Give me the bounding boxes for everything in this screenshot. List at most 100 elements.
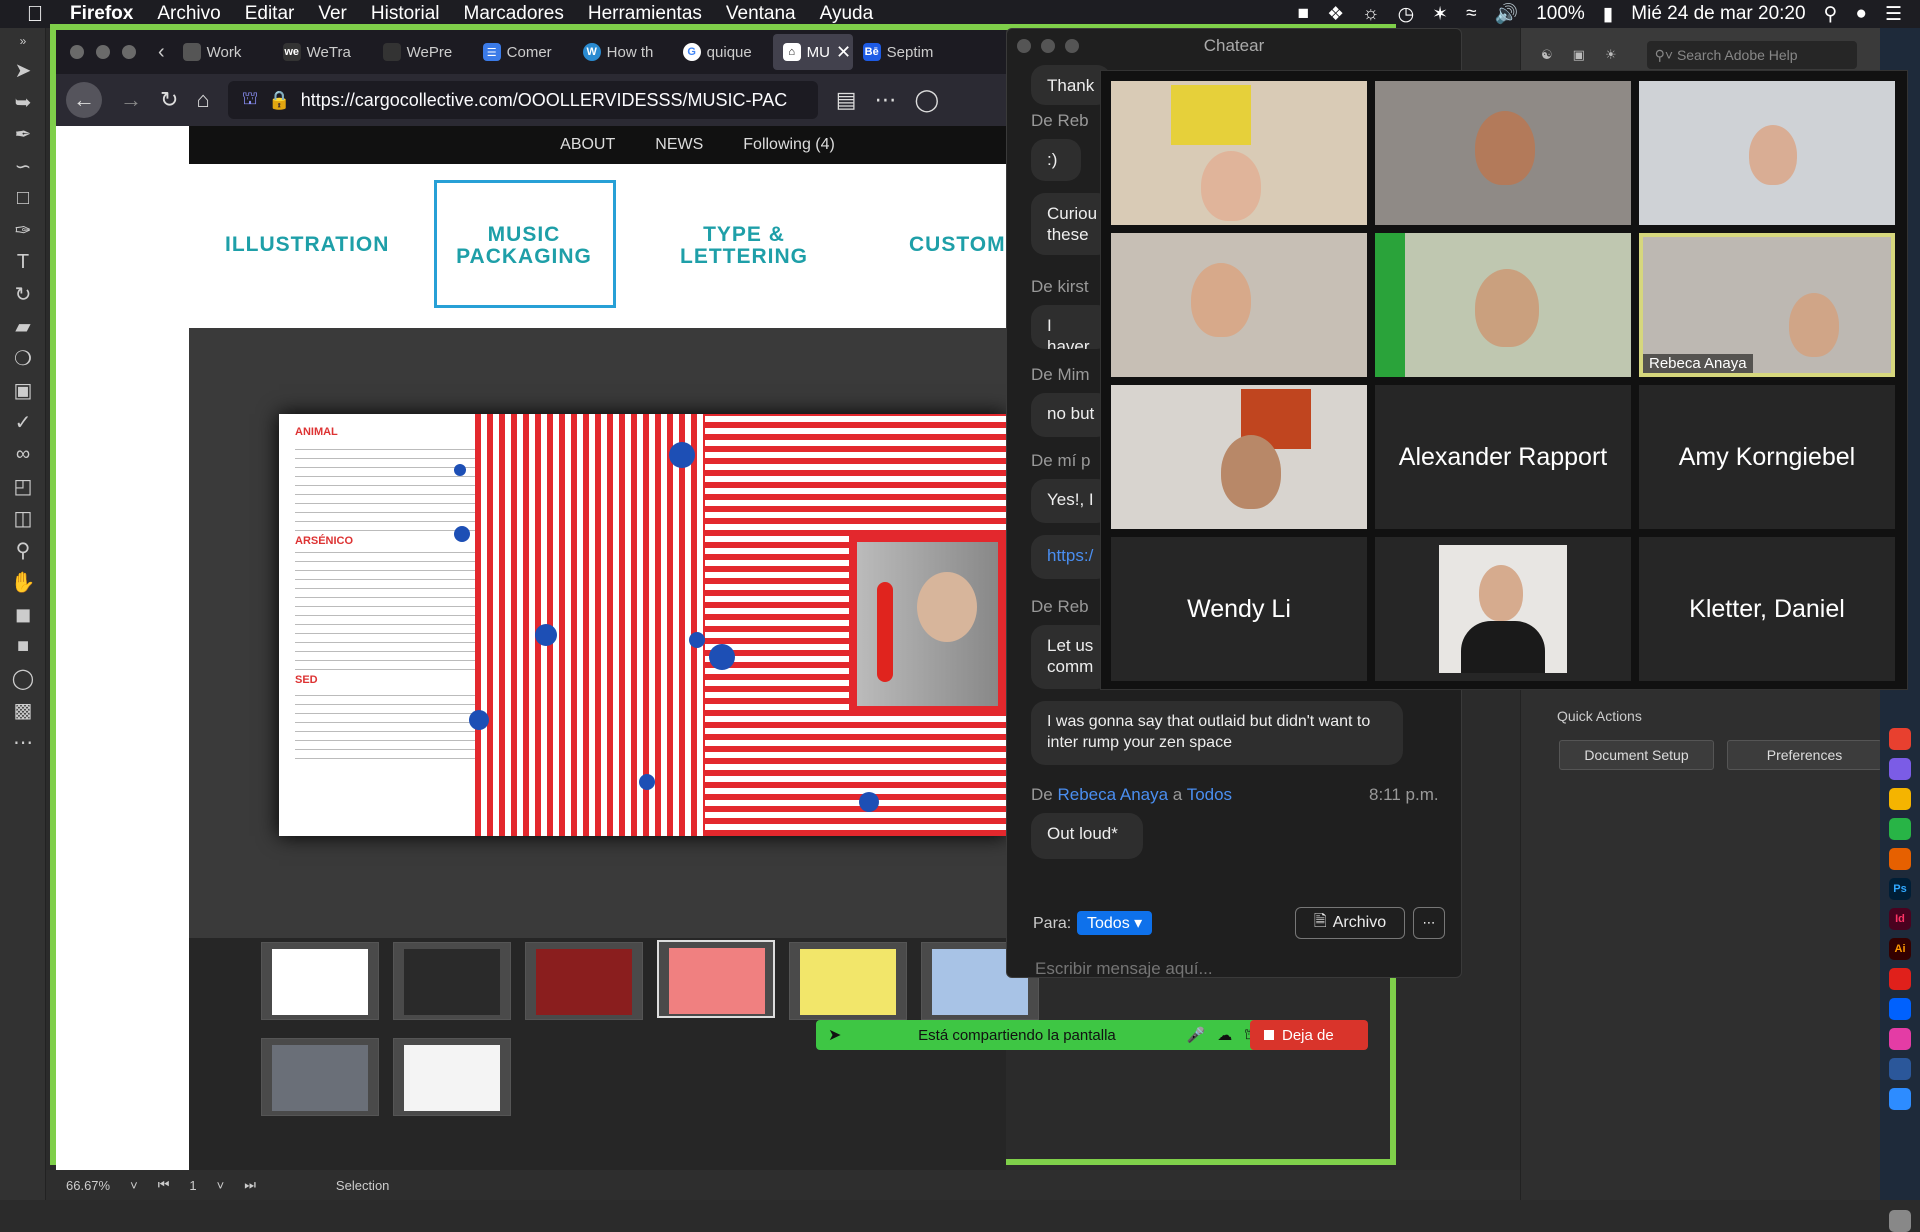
dock-word-icon[interactable] bbox=[1889, 1058, 1911, 1080]
draw-mode-icon[interactable]: ◯ bbox=[0, 662, 46, 694]
album-artwork[interactable]: ANIMAL ARSÉNICO SED bbox=[279, 414, 1006, 836]
dropbox-icon[interactable]: ❖ bbox=[1327, 3, 1344, 26]
fill-stroke-icon[interactable]: ◼ bbox=[0, 598, 46, 630]
direct-selection-icon[interactable]: ➥ bbox=[0, 86, 46, 118]
thumbnail[interactable] bbox=[525, 942, 643, 1020]
zoom-status-icon[interactable]: ■ bbox=[1298, 3, 1309, 25]
spotlight-icon[interactable]: ⚲ bbox=[1824, 3, 1838, 26]
volume-icon[interactable]: 🔊 bbox=[1495, 2, 1519, 26]
zoom-window-icon[interactable] bbox=[1065, 39, 1079, 53]
shape-builder-icon[interactable]: ◰ bbox=[0, 470, 46, 502]
gradient-tool-icon[interactable]: ▣ bbox=[0, 374, 46, 406]
collapse-icon[interactable]: » bbox=[0, 28, 46, 54]
video-tile[interactable] bbox=[1111, 233, 1367, 377]
dock-whatsapp-icon[interactable] bbox=[1889, 818, 1911, 840]
video-tile[interactable] bbox=[1111, 385, 1367, 529]
screen-mode-icon[interactable]: ▩ bbox=[0, 694, 46, 726]
bluetooth-icon[interactable]: ✶ bbox=[1432, 3, 1448, 26]
home-icon[interactable]: ⌂ bbox=[196, 87, 209, 113]
tab-wepresent[interactable]: WePre bbox=[373, 34, 473, 70]
help-search[interactable]: ⚲˅ Search Adobe Help bbox=[1646, 41, 1857, 69]
rectangle-tool-icon[interactable]: □ bbox=[0, 182, 46, 214]
video-tile[interactable] bbox=[1375, 233, 1631, 377]
battery-percent[interactable]: 100% bbox=[1536, 3, 1585, 25]
zoom-dropdown-icon[interactable]: ˅ bbox=[130, 1178, 138, 1193]
close-tab-icon[interactable]: ✕ bbox=[836, 42, 851, 63]
video-tile-active-speaker[interactable]: Rebeca Anaya bbox=[1639, 233, 1895, 377]
nav-following[interactable]: Following (4) bbox=[743, 136, 835, 154]
dock-app-icon[interactable] bbox=[1889, 728, 1911, 750]
tab-wordpress[interactable]: W How th bbox=[573, 34, 673, 70]
eraser-tool-icon[interactable]: ▰ bbox=[0, 310, 46, 342]
menu-ayuda[interactable]: Ayuda bbox=[820, 3, 874, 25]
wifi-icon[interactable]: ≈ bbox=[1466, 3, 1476, 25]
hand-tool-icon[interactable]: ✋ bbox=[0, 566, 46, 598]
artboard-dropdown-icon[interactable]: ˅ bbox=[217, 1178, 225, 1193]
dock-firefox-icon[interactable] bbox=[1889, 848, 1911, 870]
menu-app-name[interactable]: Firefox bbox=[70, 3, 133, 25]
dock-zoom-icon[interactable] bbox=[1889, 1088, 1911, 1110]
menu-ver[interactable]: Ver bbox=[318, 3, 347, 25]
lasso-tool-icon[interactable]: ❍ bbox=[0, 342, 46, 374]
document-setup-button[interactable]: Document Setup bbox=[1559, 740, 1714, 770]
zoom-level[interactable]: 66.67% bbox=[66, 1178, 110, 1193]
url-bar[interactable]: ⛫ 🔒 https://cargocollective.com/OOOLLERV… bbox=[227, 81, 818, 119]
siri-icon[interactable]: ● bbox=[1855, 3, 1866, 25]
shield-icon[interactable]: ⛫ bbox=[242, 88, 259, 112]
name-tile[interactable]: Kletter, Daniel bbox=[1639, 537, 1895, 681]
reload-icon[interactable]: ↻ bbox=[160, 87, 178, 113]
chat-message-input[interactable] bbox=[1035, 959, 1435, 979]
dock-app-icon[interactable] bbox=[1889, 1028, 1911, 1050]
menu-herramientas[interactable]: Herramientas bbox=[588, 3, 702, 25]
tab-cargo-active[interactable]: ⌂ MU ✕ bbox=[772, 34, 853, 70]
pointer-icon[interactable]: ➤ bbox=[816, 1025, 853, 1045]
minimize-window-icon[interactable] bbox=[1041, 39, 1055, 53]
more-tools-icon[interactable]: ⋯ bbox=[0, 726, 46, 758]
tab-work[interactable]: Work bbox=[173, 34, 273, 70]
video-tile[interactable] bbox=[1111, 81, 1367, 225]
thumbnail[interactable] bbox=[393, 942, 511, 1020]
menu-editar[interactable]: Editar bbox=[245, 3, 295, 25]
more-options-button[interactable]: ⋯ bbox=[1413, 907, 1445, 939]
stop-share-button[interactable]: Deja de bbox=[1250, 1020, 1368, 1050]
menu-historial[interactable]: Historial bbox=[371, 3, 440, 25]
thumbnail[interactable] bbox=[261, 942, 379, 1020]
menu-marcadores[interactable]: Marcadores bbox=[464, 3, 564, 25]
arrange-docs-icon[interactable]: ▣ bbox=[1573, 47, 1585, 63]
brush-tool-icon[interactable]: ✑ bbox=[0, 214, 46, 246]
menu-archivo[interactable]: Archivo bbox=[157, 3, 220, 25]
dock-app-icon[interactable] bbox=[1889, 788, 1911, 810]
dock-photoshop-icon[interactable]: Ps bbox=[1889, 878, 1911, 900]
thumbnail[interactable] bbox=[261, 1038, 379, 1116]
photo-tile[interactable] bbox=[1375, 537, 1631, 681]
chat-link[interactable]: https:/ bbox=[1031, 535, 1111, 579]
recipient-dropdown[interactable]: Todos ▾ bbox=[1077, 911, 1153, 935]
tab-google-search[interactable]: Gquique bbox=[673, 34, 773, 70]
nav-news[interactable]: NEWS bbox=[655, 136, 703, 154]
last-artboard-icon[interactable]: ⏭ bbox=[244, 1177, 256, 1193]
nav-about[interactable]: ABOUT bbox=[560, 136, 615, 154]
cloud-icon[interactable]: ☁ bbox=[1211, 1026, 1238, 1044]
menu-ventana[interactable]: Ventana bbox=[726, 3, 796, 25]
dock-indesign-icon[interactable]: Id bbox=[1889, 908, 1911, 930]
artboard-tool-icon[interactable]: ◫ bbox=[0, 502, 46, 534]
category-custom[interactable]: CUSTOM bbox=[909, 234, 1006, 256]
share-icon[interactable]: ☯ bbox=[1541, 47, 1553, 63]
close-window-icon[interactable] bbox=[1017, 39, 1031, 53]
file-button[interactable]: 🗎 Archivo bbox=[1295, 907, 1405, 939]
dock-messenger-icon[interactable] bbox=[1889, 758, 1911, 780]
preferences-button[interactable]: Preferences bbox=[1727, 740, 1882, 770]
dock-dropbox-icon[interactable] bbox=[1889, 998, 1911, 1020]
mute-icon[interactable]: 🎤 bbox=[1181, 1026, 1212, 1044]
clock[interactable]: Mié 24 de mar 20:20 bbox=[1631, 3, 1805, 25]
page-actions-icon[interactable]: ⋯ bbox=[875, 87, 897, 113]
dock-acrobat-icon[interactable] bbox=[1889, 968, 1911, 990]
color-mode-icon[interactable]: ■ bbox=[0, 630, 46, 662]
reader-view-icon[interactable]: ▤ bbox=[836, 87, 857, 113]
pocket-icon[interactable]: ◯ bbox=[915, 87, 940, 113]
blend-tool-icon[interactable]: ∞ bbox=[0, 438, 46, 470]
tab-wetransfer[interactable]: we WeTra bbox=[273, 34, 373, 70]
thumbnail-selected[interactable] bbox=[657, 940, 775, 1018]
name-tile[interactable]: Wendy Li bbox=[1111, 537, 1367, 681]
battery-icon[interactable]: ▮ bbox=[1603, 3, 1613, 26]
